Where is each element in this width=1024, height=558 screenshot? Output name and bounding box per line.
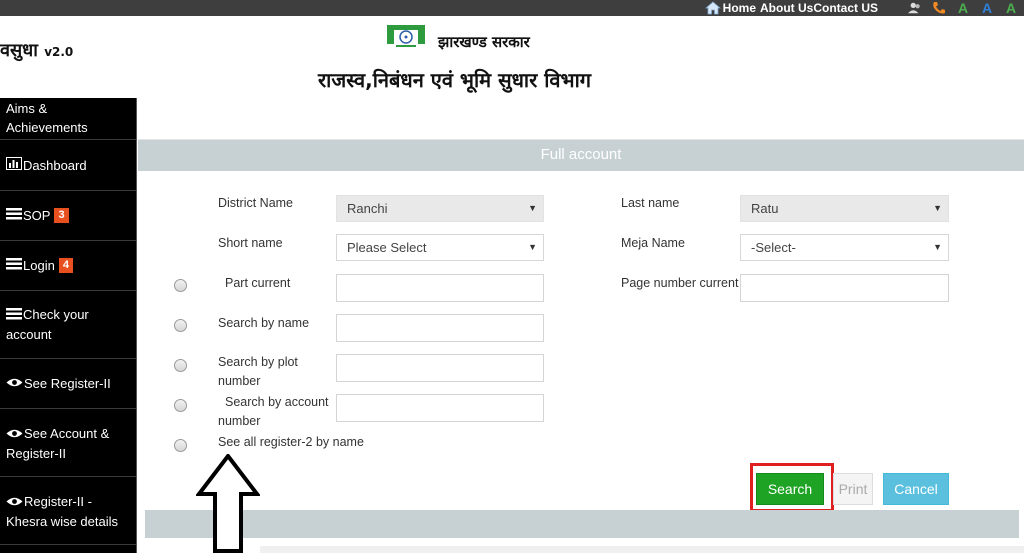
jharkhand-emblem-icon bbox=[384, 22, 428, 58]
short-name-select[interactable]: Please Select ▼ bbox=[336, 234, 544, 261]
count-badge: 4 bbox=[58, 258, 73, 273]
district-label: District Name bbox=[218, 196, 294, 210]
search-name-radio[interactable] bbox=[174, 319, 187, 332]
panel-title: Full account bbox=[138, 140, 1024, 171]
part-current-input[interactable] bbox=[336, 274, 544, 302]
panel-footer bbox=[145, 510, 1019, 538]
sidebar-item-see-account-register[interactable]: See Account & Register-II bbox=[0, 409, 136, 477]
list-icon bbox=[6, 206, 22, 225]
meja-select[interactable]: -Select- ▼ bbox=[740, 234, 949, 261]
search-account-radio[interactable] bbox=[174, 399, 187, 412]
count-badge: 3 bbox=[54, 208, 69, 223]
department-title: राजस्व,निबंधन एवं भूमि सुधार विभाग bbox=[318, 68, 592, 92]
meja-label: Meja Name bbox=[621, 236, 685, 250]
sidebar-item-see-register[interactable]: See Register-II bbox=[0, 359, 136, 409]
district-value: Ranchi bbox=[347, 201, 388, 216]
eye-icon bbox=[6, 493, 23, 512]
home-icon[interactable] bbox=[704, 1, 721, 15]
government-name: झारखण्ड सरकार bbox=[438, 33, 530, 51]
top-bar: Home About Us Contact US A A A bbox=[0, 0, 1024, 16]
sidebar-item-login[interactable]: Login 4 bbox=[0, 241, 136, 291]
caret-down-icon: ▼ bbox=[528, 203, 537, 213]
sidebar-item-text: See Account & Register-II bbox=[6, 424, 131, 463]
sidebar-item-label: Aims & Achievements bbox=[6, 100, 88, 135]
last-name-label: Last name bbox=[621, 196, 680, 210]
sidebar-item-text: Check your account bbox=[6, 305, 131, 344]
sidebar-item-khesra-details[interactable]: Register-II - Khesra wise details bbox=[0, 477, 136, 545]
meja-value: -Select- bbox=[751, 240, 796, 255]
up-arrow-annotation-icon bbox=[194, 452, 262, 553]
caret-down-icon: ▼ bbox=[933, 203, 942, 213]
contact-link[interactable]: Contact US bbox=[813, 1, 878, 15]
search-name-label: Search by name bbox=[218, 316, 310, 330]
page-number-label: Page number current bbox=[621, 276, 739, 290]
district-select[interactable]: Ranchi ▼ bbox=[336, 195, 544, 222]
eye-icon bbox=[6, 425, 23, 444]
last-name-value: Ratu bbox=[751, 201, 779, 216]
sidebar-item-label: SOP bbox=[23, 208, 51, 223]
short-name-value: Please Select bbox=[347, 240, 427, 255]
see-all-radio[interactable] bbox=[174, 439, 187, 452]
about-link[interactable]: About Us bbox=[760, 1, 813, 15]
search-account-input[interactable] bbox=[336, 394, 544, 422]
sidebar-item-check-account[interactable]: Check your account bbox=[0, 291, 136, 359]
main-top-area bbox=[138, 98, 1024, 140]
header: वसुधा v2.0 झारखण्ड सरकार राजस्व,निबंधन ए… bbox=[0, 16, 1024, 98]
sidebar-item-sop[interactable]: SOP 3 bbox=[0, 191, 136, 241]
brand: वसुधा v2.0 bbox=[0, 38, 73, 62]
page-number-input[interactable] bbox=[740, 274, 949, 302]
brand-name: वसुधा bbox=[0, 40, 38, 61]
search-plot-radio[interactable] bbox=[174, 359, 187, 372]
last-name-select[interactable]: Ratu ▼ bbox=[740, 195, 949, 222]
font-increase-icon[interactable]: A bbox=[956, 0, 970, 16]
list-icon bbox=[6, 306, 22, 325]
chart-icon bbox=[6, 156, 22, 175]
brand-version: v2.0 bbox=[44, 45, 74, 59]
short-name-label: Short name bbox=[218, 236, 283, 250]
font-decrease-icon[interactable]: A bbox=[1004, 0, 1018, 16]
sidebar-item-label: See Register-II bbox=[24, 376, 111, 391]
search-account-label: Search by account number bbox=[218, 395, 329, 428]
sidebar-item-dashboard[interactable]: Dashboard bbox=[0, 140, 136, 191]
search-plot-input[interactable] bbox=[336, 354, 544, 382]
search-name-input[interactable] bbox=[336, 314, 544, 342]
sidebar: Aims & Achievements Dashboard SOP 3 Logi… bbox=[0, 98, 137, 553]
home-link[interactable]: Home bbox=[723, 1, 756, 15]
users-icon[interactable] bbox=[908, 1, 922, 15]
page-bottom-strip bbox=[260, 546, 1024, 553]
search-plot-label: Search by plot number bbox=[218, 355, 298, 388]
search-button[interactable]: Search bbox=[756, 473, 824, 505]
sidebar-item-aims[interactable]: Aims & Achievements bbox=[0, 98, 136, 140]
list-icon bbox=[6, 256, 22, 275]
eye-icon bbox=[6, 374, 23, 393]
part-current-label: Part current bbox=[225, 276, 291, 290]
top-links: Home About Us Contact US bbox=[704, 0, 878, 16]
print-button[interactable]: Print bbox=[833, 473, 873, 505]
full-account-form: District Name Ranchi ▼ Short name Please… bbox=[138, 171, 1024, 512]
see-all-label: See all register-2 by name bbox=[218, 435, 364, 449]
sidebar-item-text: Register-II - Khesra wise details bbox=[6, 492, 131, 531]
caret-down-icon: ▼ bbox=[933, 242, 942, 252]
font-normal-icon[interactable]: A bbox=[980, 0, 994, 16]
phone-icon[interactable] bbox=[932, 1, 946, 15]
cancel-button[interactable]: Cancel bbox=[883, 473, 949, 505]
part-current-radio[interactable] bbox=[174, 279, 187, 292]
caret-down-icon: ▼ bbox=[528, 242, 537, 252]
sidebar-item-label: Login bbox=[23, 258, 55, 273]
sidebar-item-label: Dashboard bbox=[23, 157, 87, 173]
